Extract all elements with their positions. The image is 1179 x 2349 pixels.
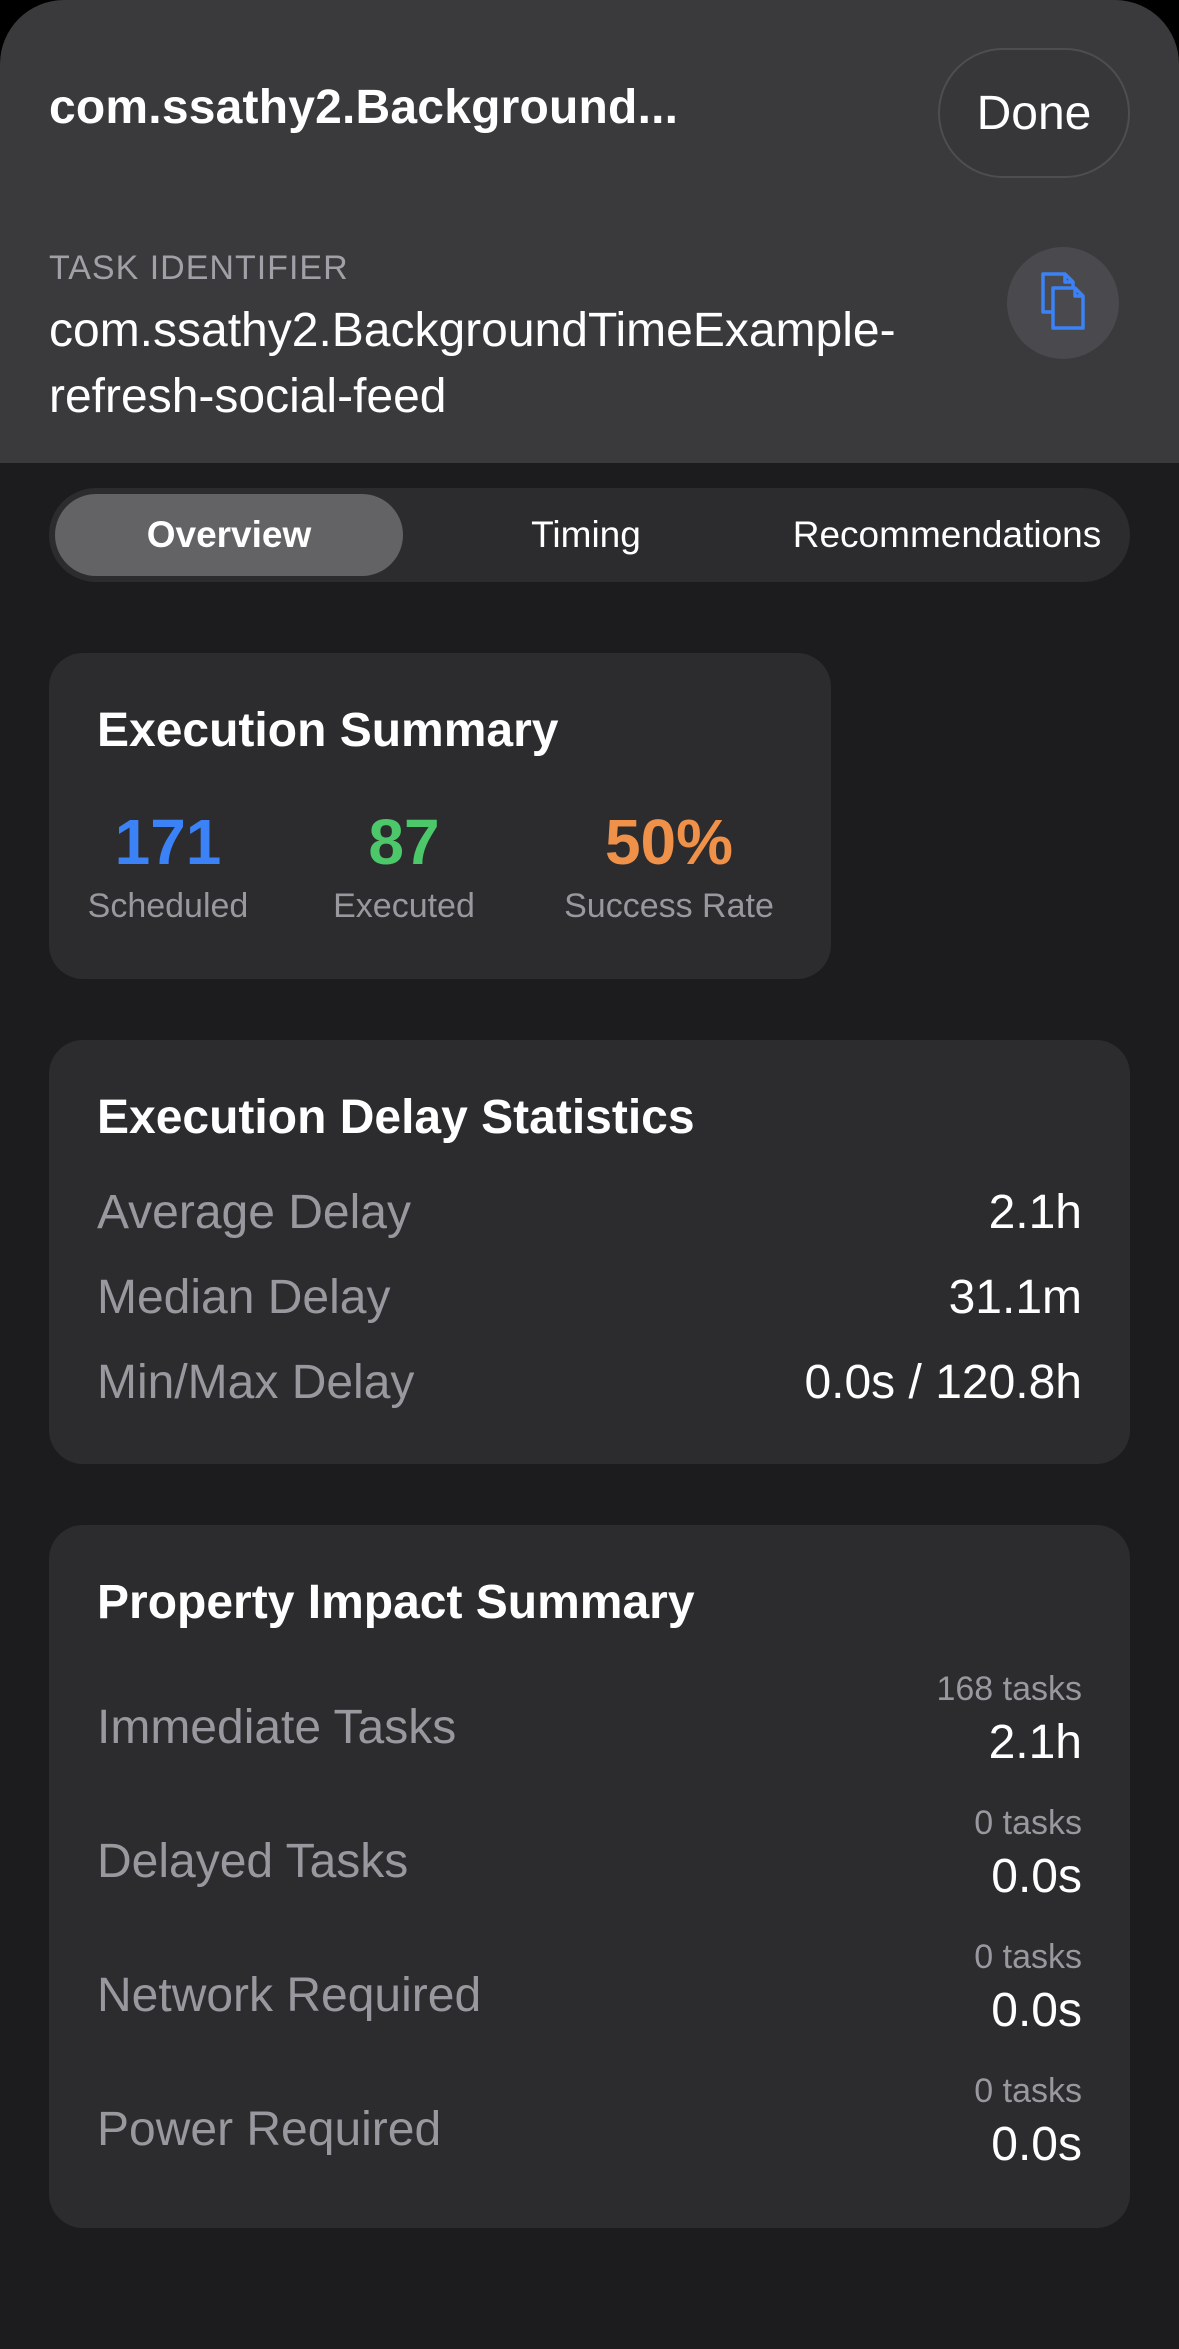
impact-row-label: Immediate Tasks <box>97 1701 457 1754</box>
impact-row-delayed: 0 tasks Delayed Tasks 0.0s <box>97 1804 1082 1924</box>
stat-executed: 87 Executed <box>311 805 497 926</box>
delay-row-value: 0.0s / 120.8h <box>804 1356 1082 1409</box>
delay-row-value: 2.1h <box>988 1186 1082 1239</box>
impact-row-count: 0 tasks <box>974 1804 1082 1842</box>
delay-statistics-card: Execution Delay Statistics Average Delay… <box>49 1040 1130 1464</box>
delay-row-label: Average Delay <box>97 1186 411 1239</box>
delay-row-value: 31.1m <box>948 1271 1082 1324</box>
stat-success-rate-label: Success Rate <box>564 887 774 925</box>
task-identifier-label: TASK IDENTIFIER <box>49 249 349 287</box>
impact-row-network: 0 tasks Network Required 0.0s <box>97 1938 1082 2058</box>
task-detail-sheet: com.ssathy2.Background... Done TASK IDEN… <box>0 0 1179 2349</box>
impact-row-count: 168 tasks <box>936 1670 1082 1708</box>
delay-row-label: Min/Max Delay <box>97 1356 415 1409</box>
stat-executed-label: Executed <box>333 887 475 925</box>
stat-scheduled-label: Scheduled <box>87 887 249 925</box>
tab-timing[interactable]: Timing <box>411 494 761 576</box>
task-identifier-value: com.ssathy2.BackgroundTimeExample-refres… <box>49 304 896 423</box>
tab-recommendations[interactable]: Recommendations <box>769 494 1125 576</box>
delay-row-median: Median Delay 31.1m <box>97 1270 1082 1350</box>
impact-row-value: 2.1h <box>988 1716 1082 1769</box>
tab-overview[interactable]: Overview <box>55 494 403 576</box>
property-impact-card: Property Impact Summary 168 tasks Immedi… <box>49 1525 1130 2228</box>
delay-row-average: Average Delay 2.1h <box>97 1185 1082 1265</box>
execution-summary-title: Execution Summary <box>97 704 559 757</box>
stat-scheduled: 171 Scheduled <box>75 805 261 926</box>
stat-executed-value: 87 <box>368 806 440 878</box>
execution-summary-card: Execution Summary 171 Scheduled 87 Execu… <box>49 653 831 979</box>
impact-row-value: 0.0s <box>991 2118 1082 2171</box>
done-button[interactable]: Done <box>938 48 1130 178</box>
impact-row-label: Power Required <box>97 2103 442 2156</box>
impact-row-power: 0 tasks Power Required 0.0s <box>97 2072 1082 2192</box>
delay-row-min-max: Min/Max Delay 0.0s / 120.8h <box>97 1355 1082 1435</box>
property-impact-title: Property Impact Summary <box>97 1576 695 1629</box>
sheet-header: com.ssathy2.Background... Done TASK IDEN… <box>0 0 1179 463</box>
impact-row-value: 0.0s <box>991 1984 1082 2037</box>
stat-success-rate-value: 50% <box>604 806 734 878</box>
impact-row-count: 0 tasks <box>974 2072 1082 2110</box>
copy-button[interactable] <box>1007 247 1119 359</box>
delay-statistics-title: Execution Delay Statistics <box>97 1091 695 1144</box>
impact-row-label: Network Required <box>97 1969 482 2022</box>
stat-success-rate: 50% Success Rate <box>549 805 789 926</box>
stat-scheduled-value: 171 <box>114 806 222 878</box>
nav-title: com.ssathy2.Background... <box>49 81 679 134</box>
impact-row-value: 0.0s <box>991 1850 1082 1903</box>
segmented-control: Overview Timing Recommendations <box>49 488 1130 582</box>
delay-row-label: Median Delay <box>97 1271 391 1324</box>
copy-icon <box>1037 270 1089 337</box>
impact-row-count: 0 tasks <box>974 1938 1082 1976</box>
impact-row-immediate: 168 tasks Immediate Tasks 2.1h <box>97 1670 1082 1790</box>
impact-row-label: Delayed Tasks <box>97 1835 409 1888</box>
